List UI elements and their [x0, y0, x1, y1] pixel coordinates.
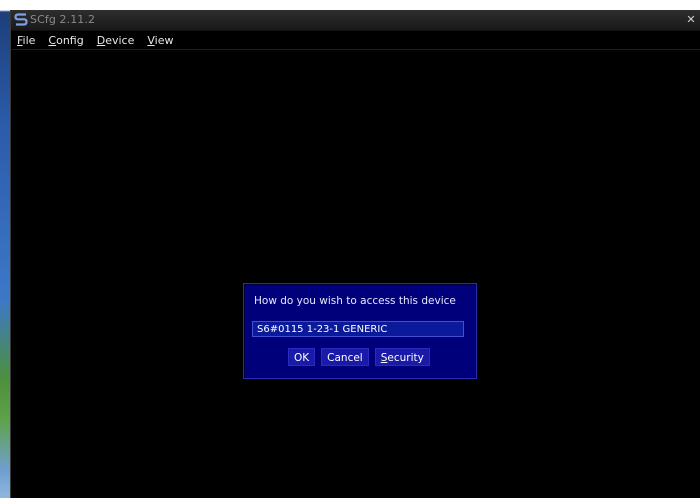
menu-view[interactable]: View	[147, 34, 173, 47]
menu-config-accelerator: C	[48, 33, 57, 47]
window-title: SCfg 2.11.2	[30, 13, 96, 26]
access-device-dialog: How do you wish to access this device S6…	[243, 283, 477, 379]
device-entry[interactable]: S6#0115 1-23-1 GENERIC	[252, 321, 464, 337]
app-window: SCfg 2.11.2 ✕ File Config Device View Ho…	[10, 10, 700, 498]
desktop-background	[0, 0, 10, 498]
menu-device-label: evice	[105, 33, 135, 47]
menu-config-label: onfig	[56, 33, 84, 47]
menu-file-label: ile	[22, 33, 36, 47]
ok-button[interactable]: OK	[288, 348, 316, 366]
cancel-button[interactable]: Cancel	[321, 348, 369, 366]
security-button[interactable]: Security	[374, 348, 430, 366]
menu-device-accelerator: D	[96, 33, 106, 47]
menu-view-label: iew	[154, 33, 174, 47]
menu-file[interactable]: File	[17, 34, 35, 47]
security-label: ecurity	[387, 352, 424, 364]
menu-view-accelerator: V	[147, 33, 155, 47]
menu-device[interactable]: Device	[97, 34, 135, 47]
close-icon[interactable]: ✕	[683, 12, 699, 28]
s-logo-icon	[14, 12, 28, 27]
menu-bar: File Config Device View	[11, 31, 700, 50]
menu-config[interactable]: Config	[48, 34, 83, 47]
title-bar[interactable]: SCfg 2.11.2 ✕	[11, 10, 700, 31]
dialog-prompt: How do you wish to access this device	[254, 295, 456, 307]
dialog-button-row: OK Cancel Security	[288, 348, 436, 366]
